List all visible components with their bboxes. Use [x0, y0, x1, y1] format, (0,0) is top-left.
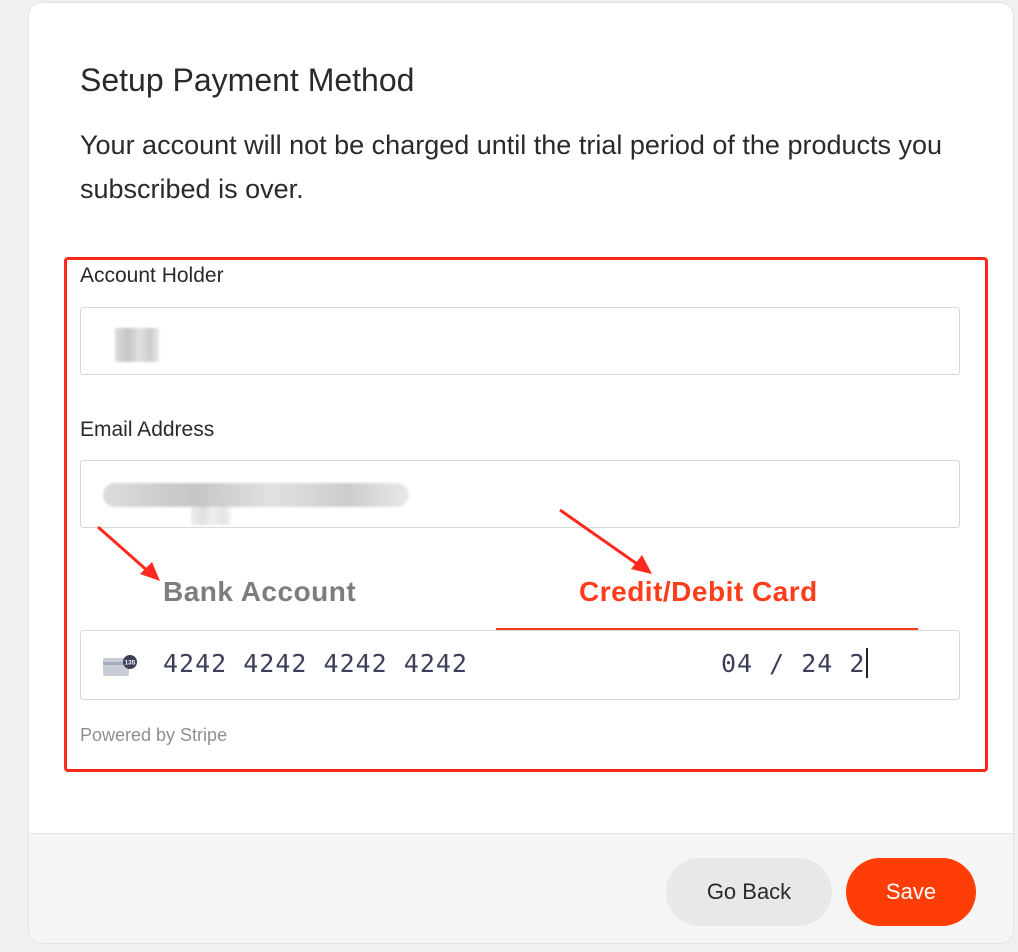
payment-dialog: Setup Payment Method Your account will n…: [28, 2, 1014, 944]
page-description: Your account will not be charged until t…: [80, 130, 943, 204]
dialog-footer: Go Back Save: [29, 833, 1013, 943]
annotation-highlight-box: [64, 257, 988, 772]
go-back-button[interactable]: Go Back: [666, 858, 832, 926]
page-title: Setup Payment Method: [80, 62, 415, 98]
save-button[interactable]: Save: [846, 858, 976, 926]
